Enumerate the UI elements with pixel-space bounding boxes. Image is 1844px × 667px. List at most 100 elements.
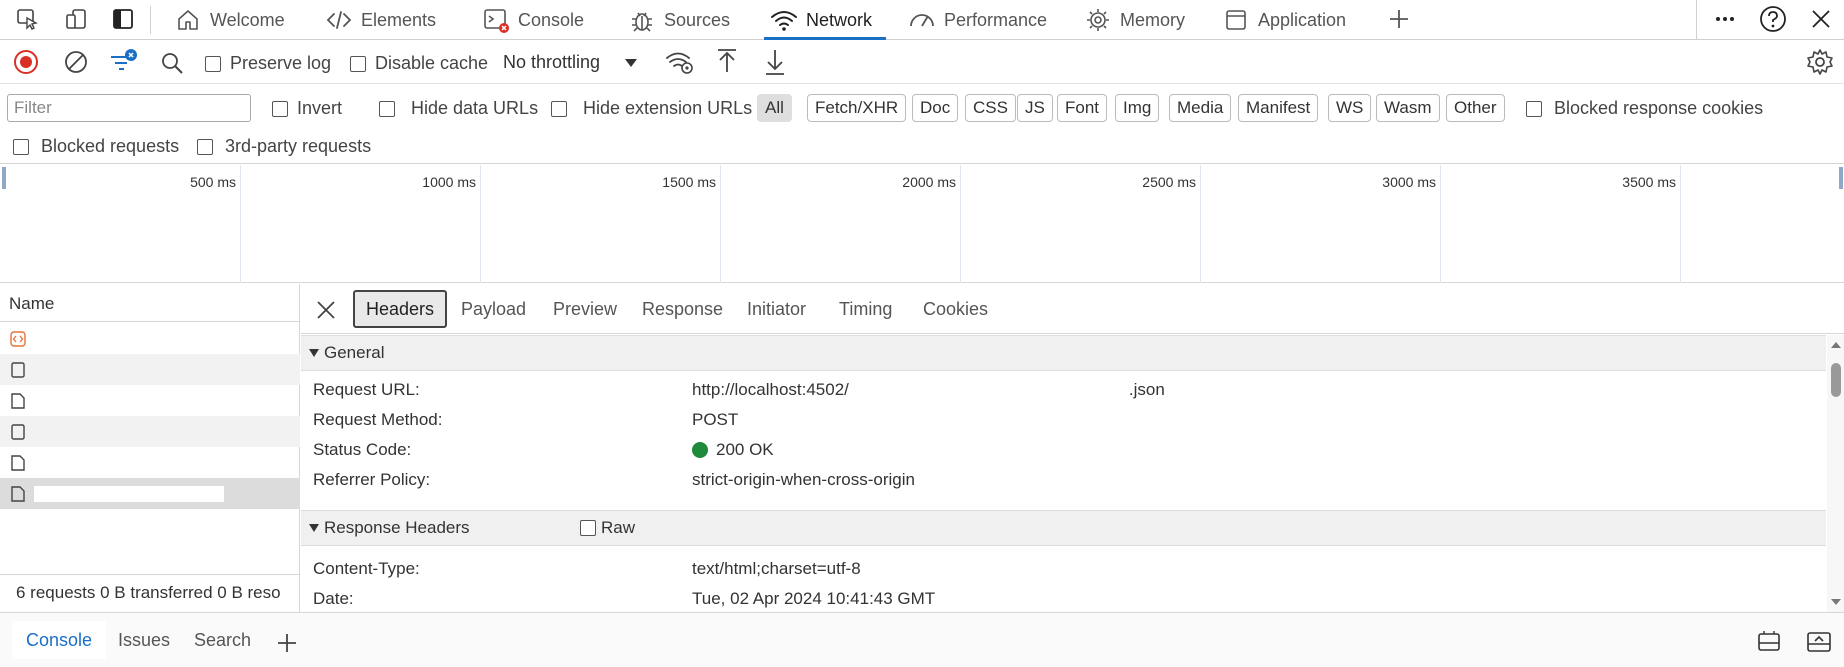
disable-cache-label: Disable cache — [375, 53, 489, 73]
request-row[interactable] — [0, 354, 300, 385]
checkbox-box — [197, 138, 213, 155]
tab-timing[interactable]: Timing — [839, 290, 892, 328]
tab-elements[interactable]: Elements — [325, 0, 436, 40]
tab-network-label: Network — [806, 9, 873, 30]
more-options-icon[interactable] — [1710, 4, 1740, 34]
device-emulation-icon[interactable] — [61, 4, 91, 34]
drawer-tab-bar: Console Issues Search — [0, 612, 1844, 667]
network-overview-timeline[interactable]: 500 ms 1000 ms 1500 ms 2000 ms 2500 ms 3… — [0, 165, 1844, 283]
date-row: Date: Tue, 02 Apr 2024 10:41:43 GMT — [313, 585, 1813, 613]
record-icon[interactable] — [13, 49, 39, 75]
throttling-select[interactable]: No throttling — [503, 52, 638, 73]
filter-icon[interactable] — [108, 48, 138, 76]
close-details-icon[interactable] — [315, 299, 337, 321]
filter-type-css[interactable]: CSS — [965, 94, 1016, 122]
tab-application[interactable]: Application — [1222, 0, 1346, 40]
tab-payload[interactable]: Payload — [461, 290, 526, 328]
date-value[interactable]: Tue, 02 Apr 2024 10:41:43 GMT — [692, 589, 935, 609]
filter-type-wasm[interactable]: Wasm — [1376, 94, 1440, 122]
filter-type-font[interactable]: Font — [1057, 94, 1108, 122]
request-row[interactable] — [0, 416, 300, 447]
close-devtools-icon[interactable] — [1806, 4, 1836, 34]
tab-response[interactable]: Response — [642, 290, 723, 328]
dock-drawer-icon[interactable] — [1756, 631, 1782, 653]
checkbox-box — [379, 100, 395, 117]
collapse-drawer-icon[interactable] — [1806, 631, 1832, 653]
blocked-response-cookies-label: Blocked response cookies — [1554, 98, 1764, 118]
filter-type-media[interactable]: Media — [1169, 94, 1232, 122]
filter-type-other[interactable]: Other — [1446, 94, 1505, 122]
filter-type-ws[interactable]: WS — [1328, 94, 1372, 122]
filter-input[interactable] — [7, 94, 251, 122]
add-drawer-tab-icon[interactable] — [276, 632, 298, 654]
network-conditions-icon[interactable] — [665, 49, 695, 75]
tab-welcome[interactable]: Welcome — [174, 0, 285, 40]
network-settings-icon[interactable] — [1806, 48, 1834, 76]
hide-extension-urls-checkbox[interactable]: Hide extension URLs — [551, 98, 752, 119]
general-section-header[interactable]: General — [301, 335, 1826, 371]
scroll-down-icon[interactable] — [1830, 598, 1842, 606]
export-har-icon[interactable] — [763, 48, 787, 76]
dock-side-icon[interactable] — [108, 4, 138, 34]
inspect-element-icon[interactable] — [12, 4, 42, 34]
name-column-header[interactable]: Name — [0, 284, 300, 322]
filter-type-js[interactable]: JS — [1017, 94, 1053, 122]
tab-preview[interactable]: Preview — [553, 290, 617, 328]
overview-right-handle[interactable] — [1839, 167, 1843, 189]
add-tab-icon[interactable] — [1384, 4, 1414, 34]
request-row[interactable] — [0, 447, 300, 478]
filter-type-img[interactable]: Img — [1115, 94, 1160, 122]
requests-summary: 6 requests 0 B transferred 0 B reso — [0, 574, 300, 612]
request-row[interactable] — [0, 323, 300, 354]
referrer-policy-value[interactable]: strict-origin-when-cross-origin — [692, 470, 915, 490]
request-method-value[interactable]: POST — [692, 410, 738, 430]
filter-type-fetch-xhr[interactable]: Fetch/XHR — [807, 94, 907, 122]
checkbox-box — [1526, 100, 1542, 117]
tab-memory[interactable]: Memory — [1084, 0, 1185, 40]
tab-performance[interactable]: Performance — [908, 0, 1047, 40]
tab-cookies[interactable]: Cookies — [923, 290, 988, 328]
filter-type-manifest[interactable]: Manifest — [1238, 94, 1319, 122]
import-har-icon[interactable] — [715, 48, 739, 76]
response-headers-section-header[interactable]: Response Headers Raw — [301, 510, 1826, 546]
status-code-value[interactable]: 200 OK — [692, 440, 774, 460]
blocked-response-cookies-checkbox[interactable]: Blocked response cookies — [1526, 98, 1763, 119]
tab-console[interactable]: Console — [482, 0, 584, 40]
tab-headers[interactable]: Headers — [353, 290, 448, 328]
filter-type-doc[interactable]: Doc — [912, 94, 959, 122]
tab-initiator[interactable]: Initiator — [747, 290, 806, 328]
filter-type-all[interactable]: All — [757, 94, 792, 122]
scroll-up-icon[interactable] — [1830, 341, 1842, 349]
timeline-label: 3000 ms — [1382, 174, 1436, 190]
toolbar-divider — [150, 6, 151, 34]
timeline-gridline — [960, 165, 961, 283]
hide-data-urls-checkbox[interactable]: Hide data URLs — [379, 98, 538, 119]
timeline-gridline — [1200, 165, 1201, 283]
details-scrollbar[interactable] — [1827, 335, 1844, 612]
request-row[interactable] — [0, 385, 300, 416]
preserve-log-checkbox[interactable]: Preserve log — [205, 53, 331, 74]
drawer-tab-search[interactable]: Search — [194, 621, 251, 659]
tab-network[interactable]: Network — [763, 0, 887, 40]
drawer-tab-console[interactable]: Console — [12, 621, 107, 659]
request-row-selected[interactable] — [0, 478, 300, 509]
overview-left-handle[interactable] — [2, 167, 6, 189]
disable-cache-checkbox[interactable]: Disable cache — [350, 53, 488, 74]
clear-icon[interactable] — [63, 49, 89, 75]
help-icon[interactable] — [1758, 4, 1788, 34]
checkbox-box — [13, 138, 29, 155]
blocked-requests-checkbox[interactable]: Blocked requests — [13, 136, 179, 157]
gauge-icon — [908, 6, 936, 34]
tab-sources[interactable]: Sources — [628, 0, 730, 40]
drawer-tab-issues[interactable]: Issues — [118, 621, 170, 659]
third-party-requests-checkbox[interactable]: 3rd-party requests — [197, 136, 371, 157]
redacted-request-name — [34, 486, 224, 502]
general-title: General — [324, 343, 385, 362]
content-type-value[interactable]: text/html;charset=utf-8 — [692, 559, 861, 579]
chip-icon — [1084, 6, 1112, 34]
invert-checkbox[interactable]: Invert — [272, 98, 342, 119]
request-url-value[interactable]: http://localhost:4502/ .json — [692, 380, 1165, 400]
search-icon[interactable] — [160, 51, 184, 75]
scrollbar-thumb[interactable] — [1831, 363, 1841, 397]
raw-checkbox[interactable]: Raw — [580, 518, 635, 538]
